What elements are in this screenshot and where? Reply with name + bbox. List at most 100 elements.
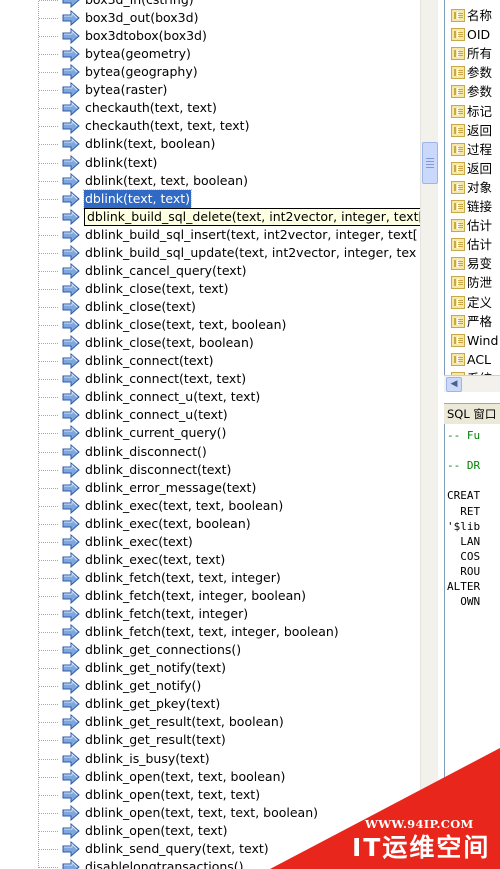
tree-item[interactable]: dblink_open(text, text, boolean) [0, 768, 420, 786]
property-row[interactable]: 严格 [445, 312, 500, 331]
function-icon [62, 28, 80, 45]
tree-connector [39, 595, 59, 597]
property-row[interactable]: 返回 [445, 159, 500, 178]
tree-item[interactable]: dblink_get_notify(text) [0, 659, 420, 677]
tree-item[interactable]: bytea(geography) [0, 63, 420, 81]
property-row[interactable]: 估计 [445, 235, 500, 254]
tree-item-label: dblink_fetch(text, text, integer, boolea… [85, 624, 339, 640]
tree-connector [39, 180, 59, 182]
tree-item[interactable]: dblink_fetch(text, integer) [0, 605, 420, 623]
tree-item[interactable]: dblink(text, boolean) [0, 135, 420, 153]
property-row[interactable]: 标记 [445, 102, 500, 121]
function-icon [62, 226, 80, 243]
tree-connector [39, 415, 59, 417]
tree-item[interactable]: dblink_error_message(text) [0, 479, 420, 497]
tree-item[interactable]: dblink(text, text, boolean) [0, 172, 420, 190]
property-icon [451, 314, 465, 328]
tree-item[interactable]: dblink_get_notify() [0, 677, 420, 695]
property-row[interactable]: OID [445, 25, 500, 44]
tree-connector [39, 144, 59, 146]
tree-item[interactable]: dblink_disconnect(text) [0, 461, 420, 479]
tree-item[interactable]: dblink_get_connections() [0, 641, 420, 659]
sql-editor[interactable]: -- Fu -- DR CREAT RET '$lib LAN COS ROU ALTE… [444, 424, 500, 869]
tree-item-label: dblink_get_connections() [85, 642, 242, 658]
tree-item[interactable]: box3d_in(cstring) [0, 0, 420, 9]
tree-item[interactable]: dblink_build_sql_insert(text, int2vector… [0, 226, 420, 244]
tree-item[interactable]: dblink_cancel_query(text) [0, 262, 420, 280]
property-row[interactable]: 易变 [445, 254, 500, 273]
tree-connector [39, 668, 59, 670]
property-row[interactable]: 对象 [445, 178, 500, 197]
tree-item[interactable]: dblink_connect(text, text) [0, 370, 420, 388]
function-icon [62, 317, 80, 334]
tree-item[interactable]: dblink_close(text, boolean) [0, 334, 420, 352]
tree-item[interactable]: bytea(raster) [0, 81, 420, 99]
property-row[interactable]: 名称 [445, 6, 500, 25]
property-row[interactable]: 返回 [445, 121, 500, 140]
tree-item[interactable]: checkauth(text, text, text) [0, 117, 420, 135]
tree-item-label: dblink_current_query() [85, 425, 227, 441]
tree-item[interactable]: box3d_out(box3d) [0, 9, 420, 27]
function-tree[interactable]: box3d_in(cstring)box3d_out(box3d) box3dto… [0, 0, 420, 869]
tree-item[interactable]: dblink_is_busy(text) [0, 750, 420, 768]
property-row[interactable]: 估计 [445, 216, 500, 235]
function-icon [62, 136, 80, 153]
tree-scroll-thumb[interactable] [422, 142, 438, 184]
tree-item[interactable]: checkauth(text, text) [0, 99, 420, 117]
tree-item-label: checkauth(text, text) [85, 100, 217, 116]
tree-item[interactable]: dblink_disconnect() [0, 443, 420, 461]
tree-item[interactable]: dblink_open(text, text, text, boolean) [0, 804, 420, 822]
code-line: OWN [447, 595, 481, 609]
property-label: 链接 [467, 199, 493, 214]
tree-item[interactable]: dblink_exec(text) [0, 533, 420, 551]
tree-item-label: dblink_exec(text) [85, 533, 193, 549]
tree-item[interactable]: dblink_connect(text) [0, 352, 420, 370]
property-row[interactable]: 参数 [445, 63, 500, 82]
tree-item[interactable]: dblink_exec(text, boolean) [0, 515, 420, 533]
scroll-left-icon[interactable]: ◀ [446, 377, 462, 392]
tree-item[interactable]: dblink_connect_u(text, text) [0, 388, 420, 406]
tree-connector [39, 379, 59, 381]
tree-item[interactable]: dblink_fetch(text, text, integer) [0, 569, 420, 587]
property-icon [451, 85, 465, 99]
function-icon [62, 425, 80, 442]
property-row[interactable]: 参数 [445, 82, 500, 101]
tree-item[interactable]: dblink_exec(text, text) [0, 551, 420, 569]
property-row[interactable]: 过程 [445, 140, 500, 159]
property-icon [451, 333, 465, 347]
function-icon [62, 10, 80, 27]
tree-item[interactable]: dblink_get_result(text, boolean) [0, 713, 420, 731]
tree-item[interactable]: dblink_connect_u(text) [0, 406, 420, 424]
property-row[interactable]: 链接 [445, 197, 500, 216]
tree-item[interactable]: dblink_current_query() [0, 424, 420, 442]
tree-vertical-scrollbar[interactable] [420, 0, 438, 869]
property-label: 返回 [467, 122, 493, 138]
tree-connector [39, 198, 59, 200]
tree-connector [39, 270, 59, 272]
property-row[interactable]: 定义 [445, 293, 500, 312]
tree-item[interactable]: dblink(text, text) [0, 188, 420, 209]
tree-item[interactable]: dblink_open(text, text, text) [0, 786, 420, 804]
tree-connector [39, 740, 59, 742]
tree-item[interactable]: dblink_build_sql_update(text, int2vector… [0, 244, 420, 262]
tree-item[interactable]: box3dtobox(box3d) [0, 27, 420, 45]
properties-horizontal-scrollbar[interactable]: ◀ [444, 375, 500, 392]
code-line: COS [447, 549, 481, 563]
property-label: 名称 [467, 8, 493, 23]
tree-item[interactable]: dblink_close(text) [0, 298, 420, 316]
tree-item[interactable]: bytea(geometry) [0, 45, 420, 63]
tree-item[interactable]: dblink_fetch(text, text, integer, boolea… [0, 623, 420, 641]
tree-item[interactable]: dblink(text) [0, 154, 420, 172]
tree-item[interactable]: dblink_close(text, text, boolean) [0, 316, 420, 334]
tree-item[interactable]: dblink_get_pkey(text) [0, 695, 420, 713]
tree-item[interactable]: dblink_fetch(text, integer, boolean) [0, 587, 420, 605]
tree-connector [39, 577, 59, 579]
property-row[interactable]: 所有 [445, 44, 500, 63]
tree-item[interactable]: dblink_close(text, text) [0, 280, 420, 298]
tree-item[interactable]: dblink_get_result(text) [0, 731, 420, 749]
tree-item[interactable]: dblink_build_sql_delete(text, int2vector… [0, 207, 420, 226]
tree-item[interactable]: dblink_exec(text, text, boolean) [0, 497, 420, 515]
property-row[interactable]: ACL [445, 350, 500, 369]
property-row[interactable]: Wind [445, 331, 500, 350]
property-row[interactable]: 防泄 [445, 273, 500, 292]
